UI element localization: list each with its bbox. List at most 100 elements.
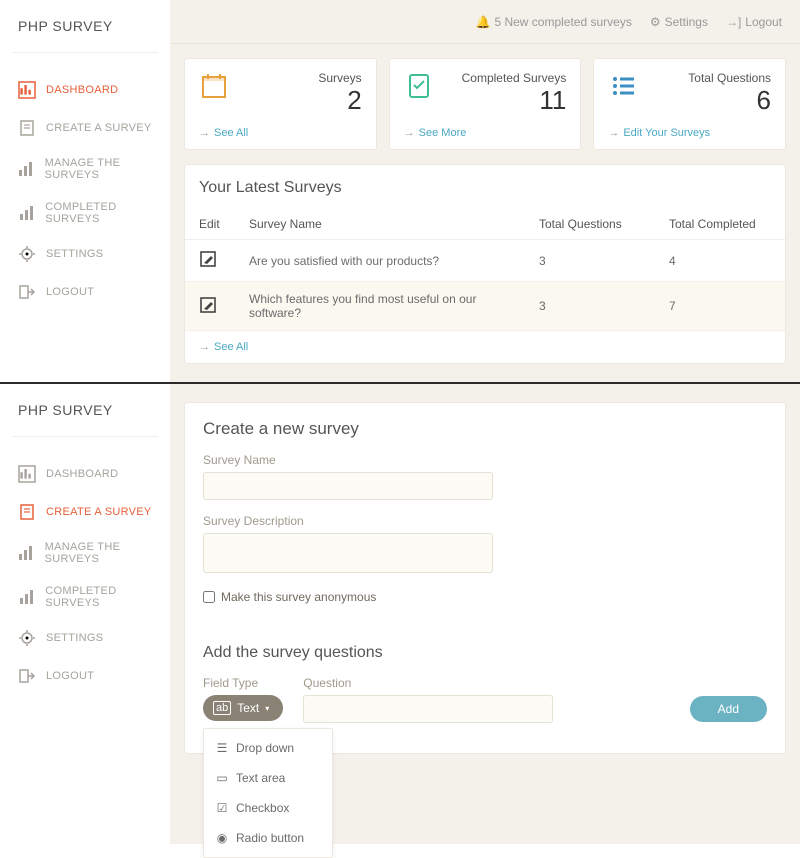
edit-icon[interactable]	[199, 303, 217, 317]
anonymous-option[interactable]: Make this survey anonymous	[203, 590, 767, 604]
card-edit-surveys[interactable]: → Edit Your Surveys	[608, 127, 710, 139]
latest-surveys-table: Edit Survey Name Total Questions Total C…	[185, 209, 785, 331]
nav-logout[interactable]: LOGOUT	[0, 657, 170, 695]
sidebar: PHP SURVEY DASHBOARD CREATE A SURVEY MAN…	[0, 0, 170, 382]
bars-icon	[16, 544, 37, 562]
nav-create-survey[interactable]: CREATE A SURVEY	[0, 109, 170, 147]
topbar-notifications[interactable]: 🔔 5 New completed surveys	[475, 15, 631, 29]
radio-icon: ◉	[216, 832, 228, 844]
cell-completed: 4	[655, 240, 785, 282]
dd-checkbox[interactable]: ☑Checkbox	[204, 793, 332, 823]
dashboard-panel: PHP SURVEY DASHBOARD CREATE A SURVEY MAN…	[0, 0, 800, 382]
list-icon: ☰	[216, 742, 228, 754]
bars-icon	[16, 204, 37, 222]
arrow-icon: →	[199, 127, 210, 139]
add-button[interactable]: Add	[690, 696, 767, 722]
cell-completed: 7	[655, 282, 785, 331]
nav-settings[interactable]: SETTINGS	[0, 235, 170, 273]
nav-logout[interactable]: LOGOUT	[0, 273, 170, 311]
dd-label: Drop down	[236, 741, 294, 755]
question-input[interactable]	[303, 695, 553, 723]
cell-name: Which features you find most useful on o…	[235, 282, 525, 331]
topbar-settings[interactable]: ⚙ Settings	[650, 15, 708, 29]
questions-section-title: Add the survey questions	[203, 644, 767, 662]
fieldtype-dropdown-toggle[interactable]: ab Text ▾	[203, 695, 283, 721]
form-title: Create a new survey	[203, 419, 767, 439]
latest-see-all[interactable]: → See All	[185, 331, 262, 353]
latest-surveys-block: Your Latest Surveys Edit Survey Name Tot…	[184, 164, 786, 364]
dd-label: Radio button	[236, 831, 304, 845]
card-see-more[interactable]: →See More	[404, 127, 467, 139]
arrow-icon: →	[199, 341, 210, 353]
topbar-label: Settings	[665, 15, 708, 29]
arrow-icon: →	[404, 127, 415, 139]
main-dashboard: Surveys 2 →See All Completed Surveys 11	[170, 0, 800, 382]
fieldtype-value: Text	[237, 701, 259, 715]
col-completed: Total Completed	[655, 209, 785, 240]
logout-icon	[16, 283, 38, 301]
dd-label: Text area	[236, 771, 285, 785]
nav-completed-surveys[interactable]: COMPLETED SURVEYS	[0, 191, 170, 235]
gear-icon	[16, 629, 38, 647]
cell-questions: 3	[525, 282, 655, 331]
nav-settings[interactable]: SETTINGS	[0, 619, 170, 657]
gear-icon: ⚙	[650, 15, 661, 29]
card-label: Total Questions	[688, 71, 771, 85]
nav-manage-surveys[interactable]: MANAGE THE SURVEYS	[0, 147, 170, 191]
app-title: PHP SURVEY	[0, 384, 170, 436]
create-form: Create a new survey Survey Name Survey D…	[184, 402, 786, 754]
nav-completed-surveys[interactable]: COMPLETED SURVEYS	[0, 575, 170, 619]
cell-name: Are you satisfied with our products?	[235, 240, 525, 282]
dd-textarea[interactable]: ▭ Text area	[204, 763, 332, 793]
nav-label: SETTINGS	[46, 632, 103, 644]
nav-manage-surveys[interactable]: MANAGE THE SURVEYS	[0, 531, 170, 575]
dd-dropdown[interactable]: ☰ Drop down	[204, 733, 332, 763]
card-completed: Completed Surveys 11 →See More	[389, 58, 582, 150]
logout-icon: →]	[726, 15, 741, 29]
textarea-icon: ▭	[216, 772, 228, 784]
fieldtype-dropdown: ☰ Drop down ▭ Text area ☑Checkbox ◉ Radio b…	[203, 728, 333, 858]
dd-radio[interactable]: ◉ Radio button	[204, 823, 332, 853]
topbar-logout[interactable]: →] Logout	[726, 15, 782, 29]
topbar-label: 5 New completed surveys	[494, 15, 631, 29]
survey-name-input[interactable]	[203, 472, 493, 500]
card-surveys: Surveys 2 →See All	[184, 58, 377, 150]
survey-desc-label: Survey Description	[203, 514, 767, 528]
create-survey-panel: PHP SURVEY DASHBOARD CREATE A SURVEY MAN…	[0, 384, 800, 844]
topbar: 🔔 5 New completed surveys ⚙ Settings →] …	[170, 0, 800, 44]
nav-label: LOGOUT	[46, 286, 94, 298]
survey-desc-input[interactable]	[203, 533, 493, 573]
nav-label: LOGOUT	[46, 670, 94, 682]
card-value: 11	[462, 87, 567, 113]
edit-icon[interactable]	[199, 257, 217, 271]
nav-create-survey[interactable]: CREATE A SURVEY	[0, 493, 170, 531]
link-label: See All	[214, 341, 248, 353]
card-label: Completed Surveys	[462, 71, 567, 85]
nav-dashboard[interactable]: DASHBOARD	[0, 455, 170, 493]
chart-icon	[16, 81, 38, 99]
document-icon	[16, 119, 38, 137]
sidebar: PHP SURVEY DASHBOARD CREATE A SURVEY MAN…	[0, 384, 170, 844]
completed-icon	[404, 71, 434, 101]
questions-icon	[608, 71, 638, 101]
nav-label: DASHBOARD	[46, 84, 118, 96]
col-name: Survey Name	[235, 209, 525, 240]
nav-label: MANAGE THE SURVEYS	[45, 541, 170, 565]
chevron-down-icon: ▾	[265, 704, 269, 713]
divider	[12, 52, 158, 53]
anonymous-label: Make this survey anonymous	[221, 590, 376, 604]
app-title: PHP SURVEY	[0, 0, 170, 52]
logout-icon	[16, 667, 38, 685]
col-edit: Edit	[185, 209, 235, 240]
surveys-icon	[199, 71, 229, 101]
nav-label: CREATE A SURVEY	[46, 122, 152, 134]
card-questions: Total Questions 6 →Edit Your Surveys	[593, 58, 786, 150]
anonymous-checkbox[interactable]	[203, 591, 215, 603]
arrow-icon: →	[608, 127, 619, 139]
card-see-all[interactable]: →See All	[199, 127, 248, 139]
link-label: Edit Your Surveys	[623, 127, 710, 139]
fieldtype-label: Field Type	[203, 676, 283, 690]
bars-icon	[16, 160, 37, 178]
nav-dashboard[interactable]: DASHBOARD	[0, 71, 170, 109]
nav-label: DASHBOARD	[46, 468, 118, 480]
